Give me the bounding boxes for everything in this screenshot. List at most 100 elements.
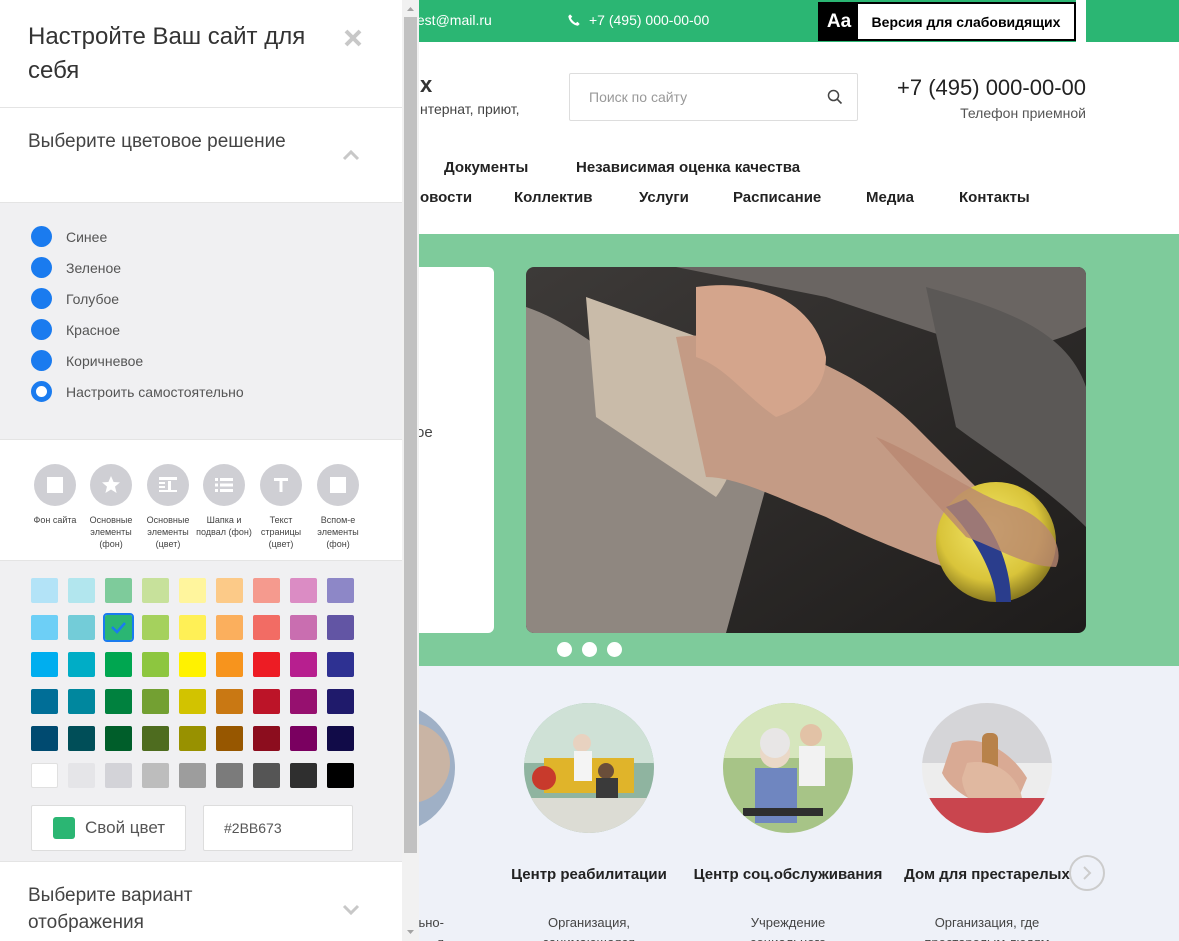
scheme-option-green[interactable]: Зеленое <box>31 257 121 278</box>
color-swatch[interactable] <box>31 615 58 640</box>
radio-button[interactable] <box>31 319 52 340</box>
scroll-down-arrow-icon[interactable] <box>404 927 417 938</box>
color-swatch[interactable] <box>105 726 132 751</box>
search-input[interactable] <box>570 74 820 120</box>
color-swatch[interactable] <box>31 689 58 714</box>
element-header-footer[interactable]: Шапка и подвал (фон) <box>196 458 252 560</box>
nav-item-quality[interactable]: Независимая оценка качества <box>576 159 800 176</box>
color-swatch[interactable] <box>68 726 95 751</box>
scrollbar-thumb[interactable] <box>404 17 417 853</box>
color-swatch[interactable] <box>68 615 95 640</box>
chevron-up-icon[interactable] <box>342 149 360 161</box>
color-swatch[interactable] <box>105 652 132 677</box>
nav-item-documents[interactable]: Документы <box>444 159 528 176</box>
element-main-color[interactable]: Основные элементы (цвет) <box>140 464 196 550</box>
element-aux-background[interactable]: Вспом-е элементы (фон) <box>310 464 366 550</box>
color-swatch[interactable] <box>179 578 206 603</box>
scroll-up-arrow-icon[interactable] <box>404 3 417 14</box>
color-swatch[interactable] <box>253 763 280 788</box>
radio-button[interactable] <box>31 226 52 247</box>
nav-item-contacts[interactable]: Контакты <box>959 189 1030 206</box>
service-title-elderly-home[interactable]: Дом для престарелых <box>892 864 1082 885</box>
color-swatch[interactable] <box>142 763 169 788</box>
topbar-email-link[interactable]: test@mail.ru <box>416 12 492 28</box>
color-swatch[interactable] <box>290 652 317 677</box>
color-swatch[interactable] <box>31 652 58 677</box>
scheme-option-brown[interactable]: Коричневое <box>31 350 143 371</box>
element-site-background[interactable]: Фон сайта <box>27 464 83 526</box>
services-next-button[interactable] <box>1069 855 1105 891</box>
hex-color-input[interactable] <box>203 805 353 851</box>
color-swatch[interactable] <box>327 578 354 603</box>
color-swatch[interactable] <box>216 763 243 788</box>
nav-item-media[interactable]: Медиа <box>866 189 914 206</box>
color-swatch[interactable] <box>179 763 206 788</box>
color-swatch[interactable] <box>327 726 354 751</box>
color-swatch[interactable] <box>327 615 354 640</box>
view-section-title[interactable]: Выберите вариант отображения <box>28 882 308 936</box>
color-swatch[interactable] <box>253 615 280 640</box>
scheme-option-custom[interactable]: Настроить самостоятельно <box>31 381 244 402</box>
color-swatch[interactable] <box>290 763 317 788</box>
color-swatch[interactable] <box>103 613 134 642</box>
color-swatch[interactable] <box>179 615 206 640</box>
chevron-down-icon[interactable] <box>342 903 360 915</box>
nav-item-services[interactable]: Услуги <box>639 189 689 206</box>
color-swatch[interactable] <box>290 578 317 603</box>
color-swatch[interactable] <box>290 726 317 751</box>
color-swatch[interactable] <box>216 578 243 603</box>
color-swatch[interactable] <box>68 578 95 603</box>
color-swatch[interactable] <box>253 578 280 603</box>
nav-item-schedule[interactable]: Расписание <box>733 189 821 206</box>
scheme-option-blue[interactable]: Синее <box>31 226 107 247</box>
service-image-social[interactable] <box>723 703 853 833</box>
nav-item-team[interactable]: Коллектив <box>514 189 592 206</box>
scheme-option-red[interactable]: Красное <box>31 319 120 340</box>
color-swatch[interactable] <box>105 689 132 714</box>
slider-dot-1[interactable] <box>557 642 572 657</box>
color-swatch[interactable] <box>105 763 132 788</box>
header-phone[interactable]: +7 (495) 000-00-00 <box>897 75 1086 101</box>
color-swatch[interactable] <box>253 726 280 751</box>
color-swatch[interactable] <box>31 578 58 603</box>
color-swatch[interactable] <box>327 689 354 714</box>
color-section-title[interactable]: Выберите цветовое решение <box>28 128 308 155</box>
color-swatch[interactable] <box>290 615 317 640</box>
radio-button[interactable] <box>31 257 52 278</box>
accessibility-version-button[interactable]: Aa Версия для слабовидящих <box>818 2 1076 41</box>
color-swatch[interactable] <box>179 689 206 714</box>
service-image-elderly-home[interactable] <box>922 703 1052 833</box>
radio-button[interactable] <box>31 288 52 309</box>
color-swatch[interactable] <box>68 689 95 714</box>
own-color-button[interactable]: Свой цвет <box>31 805 186 851</box>
scheme-option-light-blue[interactable]: Голубое <box>31 288 119 309</box>
search-icon[interactable] <box>827 89 843 105</box>
close-icon[interactable] <box>343 28 363 48</box>
element-page-text[interactable]: Текст страницы (цвет) <box>253 464 309 550</box>
color-swatch[interactable] <box>68 763 95 788</box>
color-swatch[interactable] <box>216 689 243 714</box>
color-swatch[interactable] <box>327 652 354 677</box>
color-swatch[interactable] <box>216 615 243 640</box>
slider-dot-3[interactable] <box>607 642 622 657</box>
color-swatch[interactable] <box>327 763 354 788</box>
service-title-social[interactable]: Центр соц.обслуживания <box>693 864 883 885</box>
color-swatch[interactable] <box>142 689 169 714</box>
color-swatch[interactable] <box>253 689 280 714</box>
color-swatch[interactable] <box>179 652 206 677</box>
element-main-background[interactable]: Основные элементы (фон) <box>83 464 139 550</box>
color-swatch[interactable] <box>179 726 206 751</box>
service-image-rehab[interactable] <box>524 703 654 833</box>
color-swatch[interactable] <box>142 726 169 751</box>
color-swatch[interactable] <box>216 726 243 751</box>
radio-button[interactable] <box>31 350 52 371</box>
nav-item-news[interactable]: овости <box>420 189 472 206</box>
service-title-rehab[interactable]: Центр реабилитации <box>494 864 684 885</box>
color-swatch[interactable] <box>216 652 243 677</box>
radio-button-selected[interactable] <box>31 381 52 402</box>
slider-dot-2[interactable] <box>582 642 597 657</box>
topbar-phone[interactable]: +7 (495) 000-00-00 <box>567 12 709 28</box>
color-swatch[interactable] <box>142 578 169 603</box>
color-swatch[interactable] <box>142 652 169 677</box>
color-swatch[interactable] <box>68 652 95 677</box>
